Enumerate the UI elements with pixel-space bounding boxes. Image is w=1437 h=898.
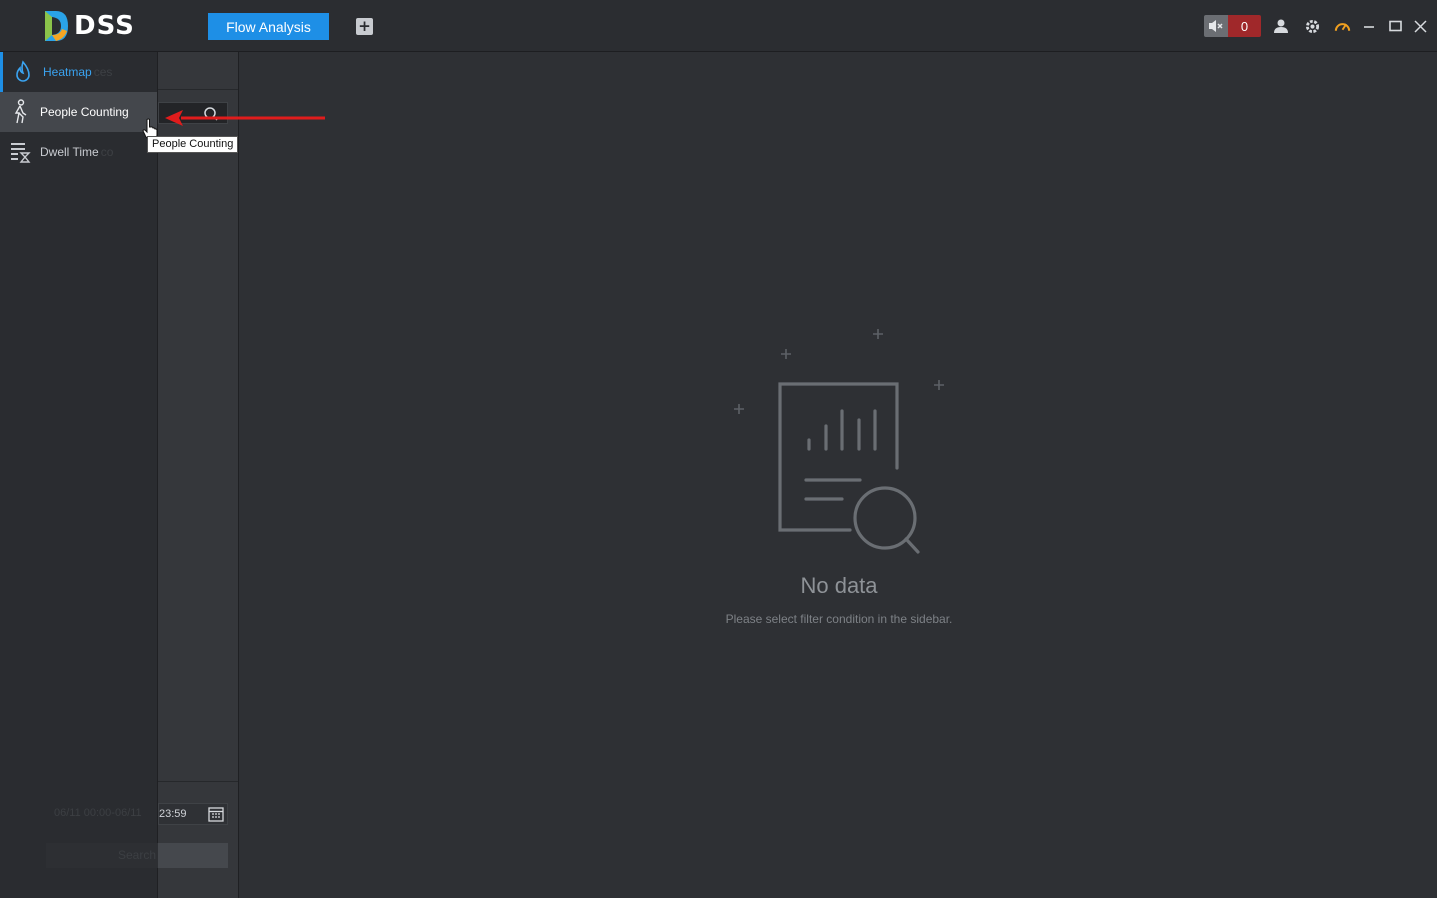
alarm-indicator[interactable]: 0 — [1204, 15, 1261, 37]
filter-sidebar — [158, 52, 239, 898]
close-icon[interactable] — [1411, 17, 1429, 35]
add-tab-button[interactable]: + — [356, 18, 373, 35]
no-data-illustration — [734, 329, 944, 554]
performance-gauge-icon[interactable] — [1333, 17, 1351, 35]
person-walking-icon — [0, 92, 40, 132]
date-range-faded: 06/11 00:00-06/11 — [54, 807, 142, 819]
sidebar-header — [158, 52, 238, 90]
empty-state-title: No data — [800, 573, 878, 598]
nav-label-heatmap: Heatmap — [43, 65, 92, 79]
flame-icon — [3, 52, 43, 92]
maximize-icon[interactable] — [1386, 17, 1404, 35]
nav-item-dwell-time[interactable]: Dwell Time co — [0, 132, 157, 172]
dss-logo-icon — [45, 11, 68, 41]
nav-ghost-text: ces — [93, 65, 113, 79]
title-bar: DSS Flow Analysis + 0 — [0, 0, 1437, 52]
sidebar-divider — [158, 781, 238, 782]
nav-item-heatmap[interactable]: Heatmap ces — [0, 52, 157, 92]
search-button-faded: Search — [46, 843, 158, 868]
red-arrow-annotation — [165, 110, 325, 126]
empty-state-hint: Please select filter condition in the si… — [725, 612, 953, 626]
search-button[interactable] — [158, 843, 228, 868]
nav-ghost-text: co — [100, 145, 114, 159]
app-logo: DSS — [42, 8, 135, 44]
gear-icon[interactable] — [1303, 17, 1321, 35]
analysis-menu: Heatmap ces People Counting Dwell Time c… — [0, 52, 158, 898]
calendar-icon[interactable] — [208, 806, 224, 826]
alarm-count: 0 — [1228, 15, 1261, 37]
minimize-icon[interactable] — [1360, 17, 1378, 35]
list-hourglass-icon — [0, 132, 40, 172]
tab-flow-analysis[interactable]: Flow Analysis — [208, 13, 329, 40]
user-icon[interactable] — [1272, 17, 1290, 35]
speaker-mute-icon[interactable] — [1204, 15, 1228, 37]
nav-label-dwell-time: Dwell Time — [40, 145, 99, 159]
tooltip: People Counting — [147, 136, 239, 153]
nav-label-people-counting: People Counting — [40, 105, 129, 119]
nav-item-people-counting[interactable]: People Counting — [0, 92, 157, 132]
logo-text: DSS — [74, 11, 135, 41]
